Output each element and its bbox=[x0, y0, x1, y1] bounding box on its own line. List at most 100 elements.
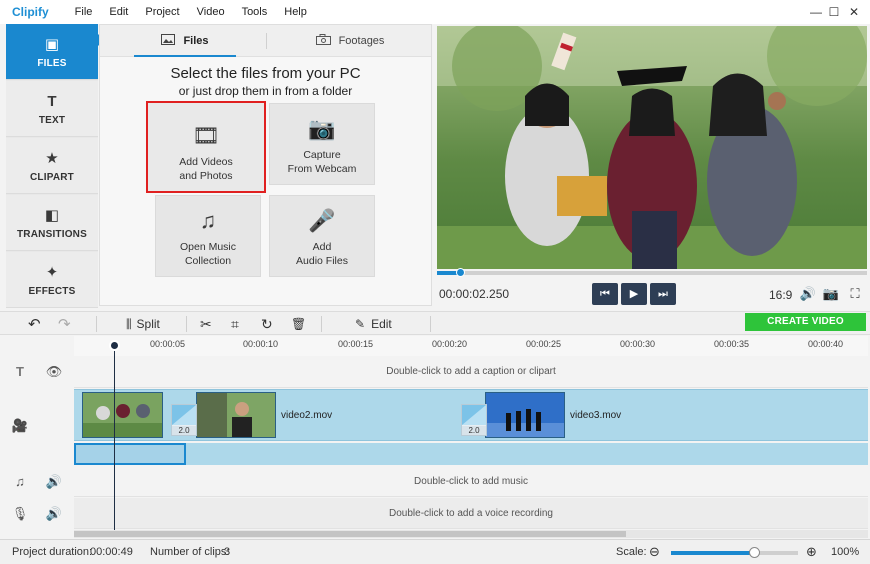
open-music-collection-button[interactable]: ♫ Open Music Collection bbox=[155, 195, 261, 277]
tab-files-label: Files bbox=[183, 35, 209, 47]
current-timecode: 00:00:02.250 bbox=[439, 287, 510, 301]
selected-subtrack-segment[interactable] bbox=[74, 443, 186, 465]
nav-transitions[interactable]: ◧ TRANSITIONS bbox=[6, 195, 98, 251]
zoom-slider[interactable] bbox=[671, 547, 798, 558]
nav-files-label: FILES bbox=[37, 57, 67, 69]
capture-webcam-label-1: Capture bbox=[303, 149, 341, 161]
tab-files[interactable]: Files bbox=[120, 25, 250, 57]
timeline-scroll-thumb[interactable] bbox=[74, 531, 626, 537]
camera-icon bbox=[315, 34, 331, 48]
clipify-window: Clipify File Edit Project Video Tools He… bbox=[0, 0, 870, 564]
open-music-label-1: Open Music bbox=[179, 241, 237, 253]
clip-name: video2.mov bbox=[281, 410, 333, 421]
menu-file[interactable]: File bbox=[75, 6, 93, 18]
clip-thumbnail bbox=[197, 393, 275, 437]
music-track-hint: Double-click to add music bbox=[414, 476, 528, 487]
maximize-button[interactable]: ☐ bbox=[826, 4, 842, 20]
transition-block-1[interactable]: 2.0 bbox=[171, 404, 197, 436]
zoom-value: 100% bbox=[831, 546, 860, 558]
menu-edit[interactable]: Edit bbox=[109, 6, 128, 18]
timeline-scrollbar[interactable] bbox=[74, 530, 868, 538]
toolbar-divider bbox=[186, 316, 187, 332]
nav-files[interactable]: ▣ FILES bbox=[6, 24, 98, 80]
menu-help[interactable]: Help bbox=[284, 6, 307, 18]
minimize-button[interactable]: — bbox=[808, 4, 824, 20]
video-preview[interactable] bbox=[437, 26, 867, 269]
snapshot-icon[interactable]: 📷 bbox=[822, 286, 840, 302]
add-videos-photos-button[interactable]: 🎞 Add Videos and Photos bbox=[146, 101, 266, 193]
transition-duration: 2.0 bbox=[172, 426, 196, 435]
toolbar-divider bbox=[96, 316, 97, 332]
edit-toolbar: ↶ ↷ ⫼ Split ✂ ⌗ ↻ 🗑 ✎ Edit bbox=[0, 311, 870, 335]
undo-icon[interactable]: ↶ bbox=[28, 315, 41, 333]
delete-icon[interactable]: 🗑 bbox=[291, 315, 306, 333]
video-clip-2[interactable] bbox=[196, 392, 276, 438]
zoom-out-icon[interactable]: ⊖ bbox=[649, 544, 660, 560]
ruler-label: 00:00:40 bbox=[808, 339, 844, 349]
capture-webcam-button[interactable]: 📷 Capture From Webcam bbox=[269, 103, 375, 185]
close-button[interactable]: ✕ bbox=[846, 4, 862, 20]
project-duration-label: Project duration: bbox=[12, 546, 93, 558]
tab-footages[interactable]: Footages bbox=[290, 25, 410, 57]
split-label: Split bbox=[136, 317, 160, 331]
project-duration-value: 00:00:49 bbox=[90, 546, 133, 558]
nav-effects-label: EFFECTS bbox=[28, 285, 76, 297]
preview-frame-image bbox=[437, 26, 867, 269]
video-clip-3[interactable] bbox=[485, 392, 565, 438]
split-button[interactable]: ⫼ Split bbox=[126, 315, 160, 333]
playhead-line[interactable] bbox=[114, 341, 115, 530]
webcam-icon: 📷 bbox=[308, 116, 336, 141]
zoom-slider-handle[interactable] bbox=[748, 547, 760, 558]
nav-clipart[interactable]: ★ CLIPART bbox=[6, 138, 98, 194]
voice-volume-icon[interactable]: 🔊 bbox=[45, 506, 63, 522]
playback-seekbar[interactable] bbox=[437, 268, 867, 277]
voice-track[interactable]: Double-click to add a voice recording bbox=[74, 498, 868, 529]
music-track-icon: ♫ bbox=[15, 474, 25, 489]
rotate-icon[interactable]: ↻ bbox=[261, 315, 273, 333]
zoom-in-icon[interactable]: ⊕ bbox=[806, 544, 817, 560]
ruler-label: 00:00:10 bbox=[243, 339, 279, 349]
timeline-ruler[interactable]: 00:00:05 00:00:10 00:00:15 00:00:20 00:0… bbox=[74, 336, 868, 356]
track-headers: T 👁 🎥 ♫ 🔊 🎙 🔊 bbox=[6, 356, 74, 528]
playhead-handle[interactable] bbox=[109, 340, 120, 351]
files-headline: Select the files from your PC bbox=[170, 65, 361, 82]
transition-block-2[interactable]: 2.0 bbox=[461, 404, 487, 436]
menu-video[interactable]: Video bbox=[197, 6, 225, 18]
cut-icon[interactable]: ✂ bbox=[200, 315, 212, 333]
add-audio-label-1: Add bbox=[312, 241, 332, 253]
edit-button[interactable]: ✎ Edit bbox=[355, 315, 392, 333]
menu-project[interactable]: Project bbox=[145, 6, 179, 18]
fullscreen-icon[interactable]: ⛶ bbox=[846, 286, 864, 302]
transition-thumbnail bbox=[172, 405, 196, 425]
music-volume-icon[interactable]: 🔊 bbox=[45, 474, 63, 490]
play-button[interactable]: ▶ bbox=[621, 283, 647, 305]
ruler-label: 00:00:20 bbox=[432, 339, 468, 349]
video-clip-1[interactable] bbox=[82, 392, 163, 438]
create-video-button[interactable]: CREATE VIDEO bbox=[745, 313, 866, 331]
tab-footages-label: Footages bbox=[338, 35, 385, 47]
transition-duration: 2.0 bbox=[462, 426, 486, 435]
aspect-ratio-selector[interactable]: 16:9 bbox=[769, 288, 792, 302]
redo-icon[interactable]: ↷ bbox=[58, 315, 71, 333]
previous-button[interactable]: ⏮ bbox=[592, 283, 618, 305]
clip-thumbnail bbox=[486, 393, 564, 437]
menu-tools[interactable]: Tools bbox=[242, 6, 268, 18]
music-track[interactable]: Double-click to add music bbox=[74, 466, 868, 497]
toolbar-divider bbox=[321, 316, 322, 332]
open-music-label-2: Collection bbox=[184, 255, 232, 267]
seekbar-handle[interactable] bbox=[455, 268, 465, 277]
edit-label: Edit bbox=[371, 317, 392, 331]
add-audio-label-2: Audio Files bbox=[296, 255, 348, 267]
music-notes-icon: ♫ bbox=[199, 208, 217, 233]
eye-icon[interactable]: 👁 bbox=[45, 364, 63, 380]
volume-icon[interactable]: 🔊 bbox=[799, 286, 817, 302]
nav-text[interactable]: T TEXT bbox=[6, 81, 98, 137]
caption-track[interactable]: Double-click to add a caption or clipart bbox=[74, 356, 868, 388]
microphone-icon: 🎤 bbox=[308, 208, 336, 233]
crop-icon[interactable]: ⌗ bbox=[231, 315, 239, 333]
tab-divider bbox=[266, 33, 267, 49]
nav-effects[interactable]: ✦ EFFECTS bbox=[6, 252, 98, 308]
video-subtrack[interactable] bbox=[74, 443, 868, 465]
add-audio-files-button[interactable]: 🎤 Add Audio Files bbox=[269, 195, 375, 277]
next-button[interactable]: ⏭ bbox=[650, 283, 676, 305]
